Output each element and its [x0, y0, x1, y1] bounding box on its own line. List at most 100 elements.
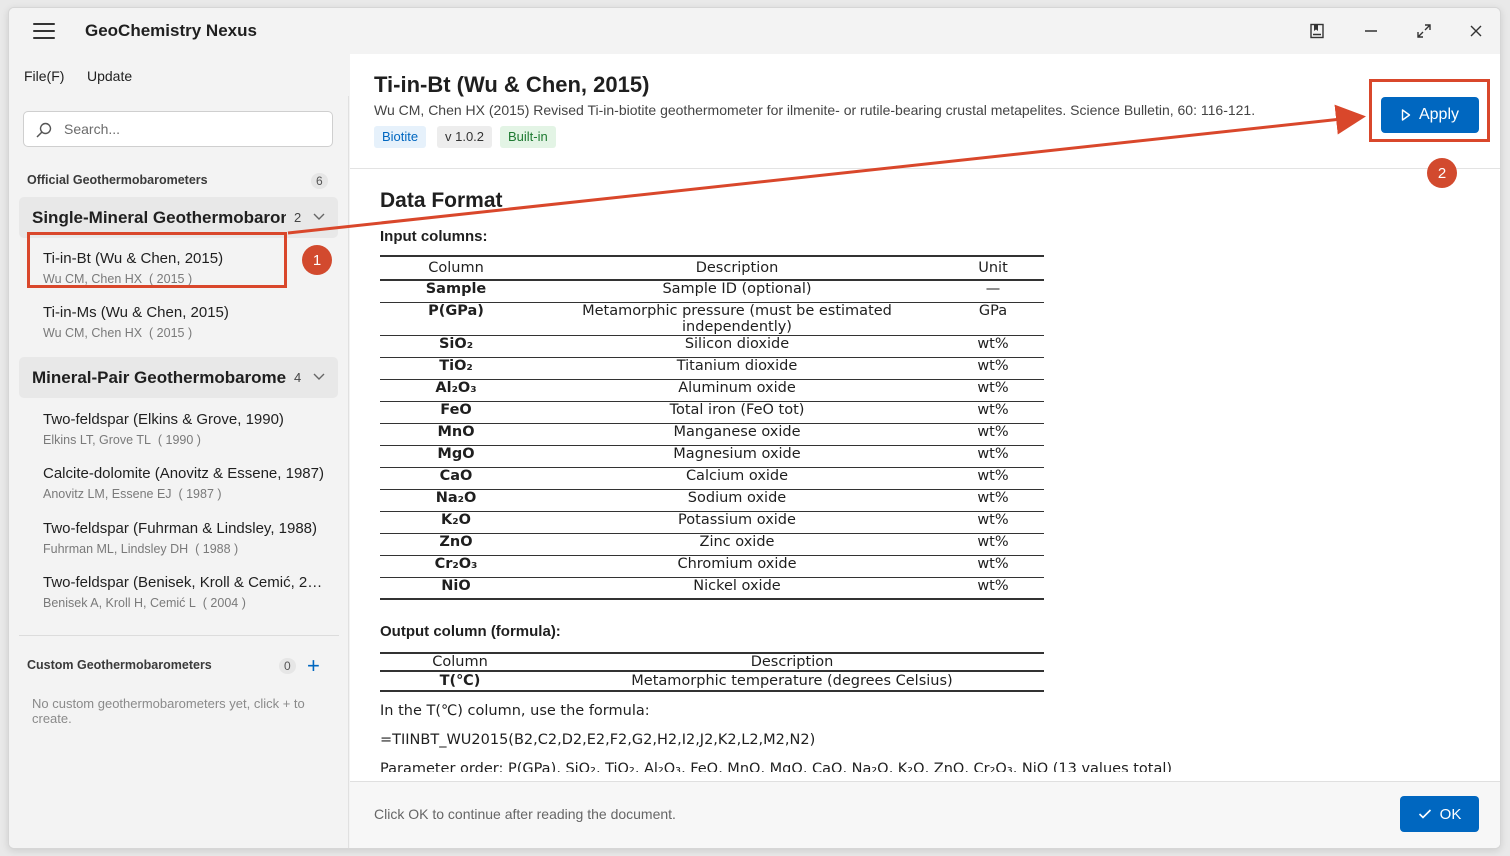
- section-title: Data Format: [380, 189, 503, 212]
- list-item-ti-in-ms[interactable]: Ti-in-Ms (Wu & Chen, 2015) Wu CM, Chen H…: [29, 301, 329, 353]
- minimize-icon[interactable]: [1353, 18, 1389, 44]
- table-row: SiO₂ Silicon dioxide wt%: [380, 335, 1044, 358]
- item-subtitle: Wu CM, Chen HX ( 2015 ): [43, 326, 193, 340]
- cell-description: Metamorphic pressure (must be estimated …: [532, 302, 942, 336]
- cell-column: Sample: [380, 280, 532, 303]
- cell-unit: wt%: [942, 467, 1044, 490]
- cell-unit: wt%: [942, 511, 1044, 534]
- output-heading: Output column (formula):: [380, 623, 561, 640]
- ok-label: OK: [1439, 805, 1462, 823]
- item-subtitle: Benisek A, Kroll H, Cemić L ( 2004 ): [43, 596, 246, 610]
- table-row: K₂O Potassium oxide wt%: [380, 511, 1044, 534]
- custom-empty-message: No custom geothermobarometers yet, click…: [32, 696, 305, 726]
- chevron-down-icon[interactable]: [312, 371, 326, 381]
- item-subtitle: Wu CM, Chen HX ( 2015 ): [43, 272, 193, 286]
- item-title: Two-feldspar (Elkins & Grove, 1990): [43, 411, 284, 428]
- title-bar: GeoChemistry Nexus: [9, 8, 1500, 54]
- group-label: Mineral-Pair Geothermobarometers: [32, 368, 286, 387]
- chevron-down-icon[interactable]: [312, 211, 326, 221]
- footer-bar: Click OK to continue after reading the d…: [350, 781, 1500, 848]
- ok-button[interactable]: OK: [1400, 796, 1479, 832]
- list-item-two-feldspar-fuhrman[interactable]: Two-feldspar (Fuhrman & Lindsley, 1988) …: [29, 517, 329, 569]
- table-row: TiO₂ Titanium dioxide wt%: [380, 357, 1044, 380]
- table-row: P(GPa) Metamorphic pressure (must be esti…: [380, 302, 1044, 336]
- page-title: Ti-in-Bt (Wu & Chen, 2015): [374, 72, 650, 97]
- citation: Wu CM, Chen HX (2015) Revised Ti-in-biot…: [374, 102, 1256, 118]
- cell-unit: wt%: [942, 555, 1044, 578]
- list-item-calcite-dolomite[interactable]: Calcite-dolomite (Anovitz & Essene, 1987…: [29, 462, 329, 514]
- table-row: T(℃) Metamorphic temperature (degrees Ce…: [380, 671, 1044, 692]
- cell-unit: —: [942, 280, 1044, 303]
- cell-description: Nickel oxide: [532, 577, 942, 600]
- cell-unit: wt%: [942, 577, 1044, 600]
- cell-column: ZnO: [380, 533, 532, 556]
- cell-column: T(℃): [380, 671, 540, 692]
- item-title: Ti-in-Bt (Wu & Chen, 2015): [43, 250, 224, 267]
- apply-button[interactable]: Apply: [1381, 97, 1479, 133]
- list-item-two-feldspar-elkins[interactable]: Two-feldspar (Elkins & Grove, 1990) Elki…: [29, 408, 329, 460]
- cell-unit: wt%: [942, 489, 1044, 512]
- item-title: Two-feldspar (Benisek, Kroll & Cemić, 20…: [43, 574, 325, 591]
- table-row: Al₂O₃ Aluminum oxide wt%: [380, 379, 1044, 402]
- cell-column: TiO₂: [380, 357, 532, 380]
- table-header: Unit: [942, 255, 1044, 281]
- table-row: Na₂O Sodium oxide wt%: [380, 489, 1044, 512]
- item-subtitle: Fuhrman ML, Lindsley DH ( 1988 ): [43, 542, 239, 556]
- search-icon: [36, 122, 52, 138]
- cell-description: Sample ID (optional): [532, 280, 942, 303]
- formula-text: =TIINBT_WU2015(B2,C2,D2,E2,F2,G2,H2,I2,J…: [380, 732, 816, 748]
- maximize-icon[interactable]: [1406, 18, 1442, 44]
- cell-unit: wt%: [942, 533, 1044, 556]
- cell-unit: wt%: [942, 401, 1044, 424]
- document-content[interactable]: Data Format Input columns: Column Descri…: [350, 169, 1500, 772]
- list-item-two-feldspar-benisek[interactable]: Two-feldspar (Benisek, Kroll & Cemić, 20…: [29, 571, 329, 623]
- item-subtitle: Anovitz LM, Essene EJ ( 1987 ): [43, 487, 222, 501]
- tag-mineral: Biotite: [374, 126, 427, 148]
- cell-column: CaO: [380, 467, 532, 490]
- cell-description: Total iron (FeO tot): [532, 401, 942, 424]
- check-icon: [1418, 809, 1431, 819]
- group-count: 4: [294, 370, 302, 385]
- cell-unit: wt%: [942, 335, 1044, 358]
- table-row: NiO Nickel oxide wt%: [380, 577, 1044, 600]
- menu-file[interactable]: File(F): [24, 68, 64, 84]
- table-header: Description: [540, 652, 1044, 672]
- table-row: ZnO Zinc oxide wt%: [380, 533, 1044, 556]
- table-header: Description: [532, 255, 942, 281]
- cell-column: Cr₂O₃: [380, 555, 532, 578]
- cell-column: Al₂O₃: [380, 379, 532, 402]
- custom-count-badge: 0: [279, 658, 296, 674]
- output-columns-table: Column Description T(℃) Metamorphic temp…: [380, 652, 1044, 692]
- table-header: Column: [380, 652, 540, 672]
- menu-bar: File(F) Update: [9, 60, 347, 96]
- search-box[interactable]: [23, 111, 333, 147]
- close-icon[interactable]: [1458, 18, 1494, 44]
- pin-icon[interactable]: [1299, 18, 1335, 44]
- cell-description: Potassium oxide: [532, 511, 942, 534]
- table-row: Cr₂O₃ Chromium oxide wt%: [380, 555, 1044, 578]
- app-window: GeoChemistry Nexus File(F) Update Offici…: [8, 7, 1501, 849]
- cell-column: Na₂O: [380, 489, 532, 512]
- hamburger-menu-icon[interactable]: [33, 23, 55, 39]
- search-input[interactable]: [64, 119, 319, 139]
- menu-update[interactable]: Update: [87, 68, 132, 84]
- table-row: Sample Sample ID (optional) —: [380, 280, 1044, 303]
- sidebar: Official Geothermobarometers 6 Single-Mi…: [9, 96, 349, 848]
- table-row: MgO Magnesium oxide wt%: [380, 445, 1044, 468]
- input-columns-table: Column Description Unit Sample Sample ID …: [380, 255, 1044, 600]
- cell-column: SiO₂: [380, 335, 532, 358]
- official-section-label: Official Geothermobarometers: [27, 173, 208, 187]
- list-item-ti-in-bt[interactable]: Ti-in-Bt (Wu & Chen, 2015) Wu CM, Chen H…: [29, 247, 329, 299]
- table-row: FeO Total iron (FeO tot) wt%: [380, 401, 1044, 424]
- cell-unit: GPa: [942, 302, 1044, 336]
- parameter-order: Parameter order: P(GPa), SiO₂, TiO₂, Al₂…: [380, 761, 1173, 772]
- group-mineral-pair[interactable]: Mineral-Pair Geothermobarometers 4: [19, 357, 338, 398]
- cell-description: Magnesium oxide: [532, 445, 942, 468]
- tag-version: v 1.0.2: [437, 126, 493, 148]
- add-custom-button[interactable]: +: [307, 655, 320, 677]
- cell-column: MgO: [380, 445, 532, 468]
- item-title: Ti-in-Ms (Wu & Chen, 2015): [43, 304, 229, 321]
- group-single-mineral[interactable]: Single-Mineral Geothermobarometers 2: [19, 197, 338, 238]
- cell-description: Silicon dioxide: [532, 335, 942, 358]
- cell-unit: wt%: [942, 423, 1044, 446]
